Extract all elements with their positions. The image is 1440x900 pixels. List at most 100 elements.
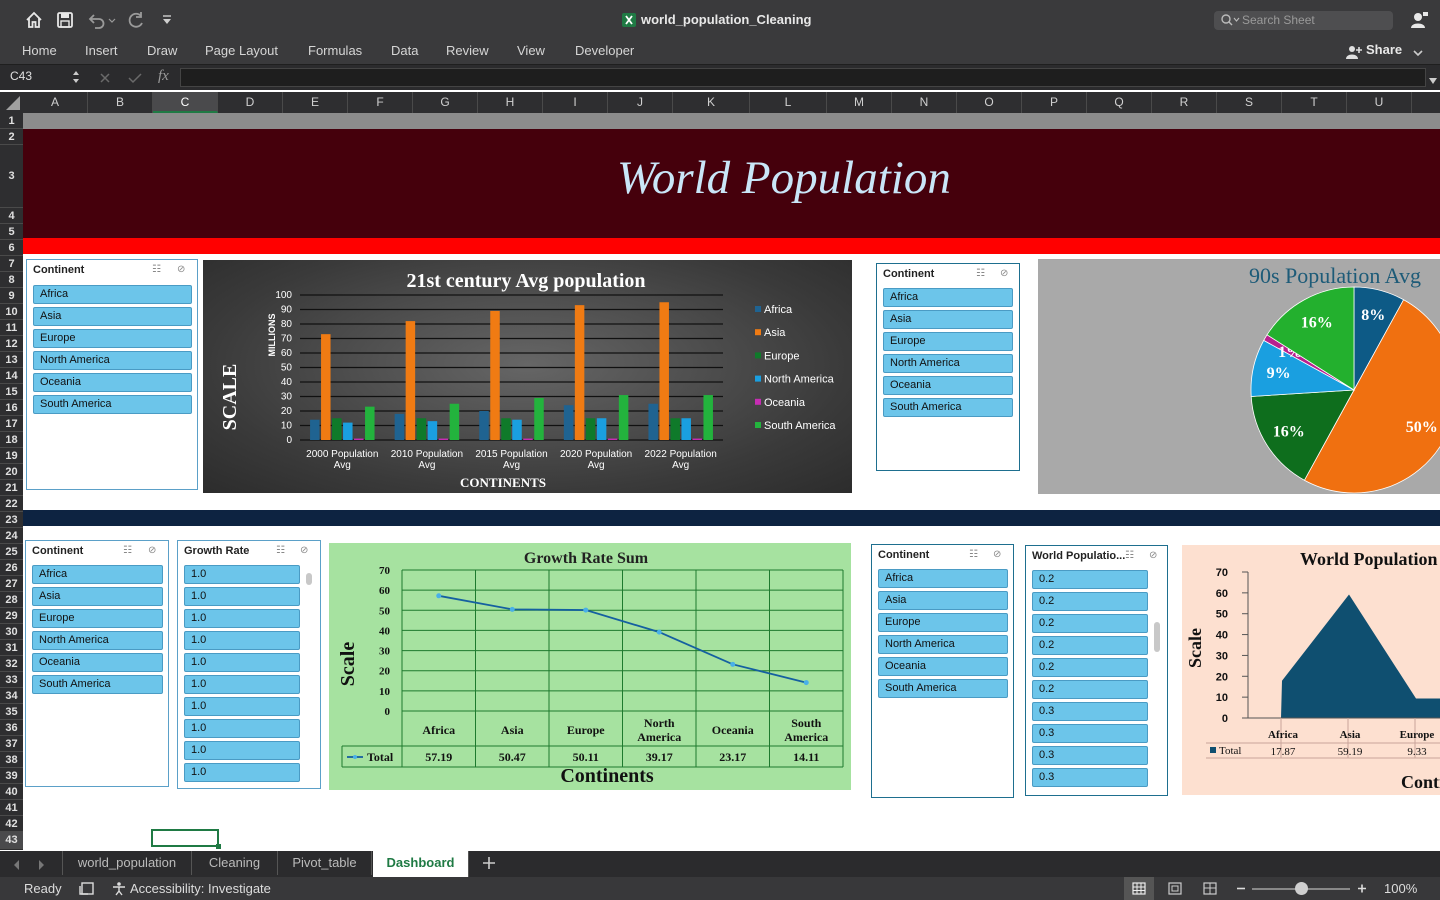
row-header-38[interactable]: 38 (0, 752, 23, 768)
tab-data[interactable]: Data (391, 43, 418, 58)
chevron-down-icon[interactable] (1412, 46, 1424, 58)
undo-icon[interactable] (86, 10, 116, 30)
row-header-1[interactable]: 1 (0, 113, 23, 129)
row-header-14[interactable]: 14 (0, 368, 23, 384)
row-header-42[interactable]: 42 (0, 816, 23, 832)
slicer-item[interactable]: 1.0 (184, 653, 300, 672)
expand-formula-icon[interactable] (1428, 73, 1438, 84)
row-header-17[interactable]: 17 (0, 416, 23, 432)
column-header-b[interactable]: B (88, 92, 153, 113)
slicer-item-asia[interactable]: Asia (878, 591, 1008, 610)
slicer-item-europe[interactable]: Europe (878, 613, 1008, 632)
column-header-a[interactable]: A (23, 92, 88, 113)
row-header-11[interactable]: 11 (0, 320, 23, 336)
slicer-item-south-america[interactable]: South America (878, 679, 1008, 698)
clear-filter-icon[interactable]: ⊘ (300, 545, 308, 556)
row-header-35[interactable]: 35 (0, 704, 23, 720)
row-header-13[interactable]: 13 (0, 352, 23, 368)
row-header-8[interactable]: 8 (0, 272, 23, 288)
share-icon[interactable] (1345, 44, 1363, 60)
row-header-25[interactable]: 25 (0, 544, 23, 560)
row-header-33[interactable]: 33 (0, 672, 23, 688)
row-header-30[interactable]: 30 (0, 624, 23, 640)
row-header-20[interactable]: 20 (0, 464, 23, 480)
next-sheet-icon[interactable] (36, 858, 46, 870)
row-header-2[interactable]: 2 (0, 129, 23, 145)
growth-rate-slicer[interactable]: Growth Rate ☷ ⊘ 1.0 1.0 1.0 1.0 1.0 1.0 1.0 1.0… (177, 540, 321, 789)
column-header-t[interactable]: T (1282, 92, 1347, 113)
tab-developer[interactable]: Developer (575, 43, 634, 58)
row-header-37[interactable]: 37 (0, 736, 23, 752)
slicer-item-africa[interactable]: Africa (33, 285, 192, 304)
slicer-item-oceania[interactable]: Oceania (32, 653, 163, 672)
zoom-slider-thumb[interactable] (1295, 882, 1308, 895)
selected-cell-c43[interactable] (151, 829, 221, 849)
select-all-corner[interactable] (0, 92, 23, 113)
redo-icon[interactable] (126, 10, 146, 30)
account-icon[interactable] (1409, 10, 1429, 30)
column-header-q[interactable]: Q (1087, 92, 1152, 113)
search-input[interactable]: Search Sheet (1242, 13, 1315, 27)
column-header-d[interactable]: D (218, 92, 283, 113)
row-header-23[interactable]: 23 (0, 512, 23, 528)
save-icon[interactable] (55, 10, 75, 30)
slicer-item[interactable]: 1.0 (184, 697, 300, 716)
row-header-5[interactable]: 5 (0, 224, 23, 240)
slicer-item-oceania[interactable]: Oceania (33, 373, 192, 392)
slicer-item[interactable]: 1.0 (184, 741, 300, 760)
column-header-k[interactable]: K (673, 92, 750, 113)
column-header-o[interactable]: O (957, 92, 1022, 113)
slicer-item-asia[interactable]: Asia (883, 310, 1013, 329)
world-population-slicer[interactable]: World Populatio... ☷ ⊘ 0.2 0.2 0.2 0.2 0.2 0.… (1025, 545, 1168, 796)
scrollbar[interactable] (1154, 622, 1160, 652)
row-header-15[interactable]: 15 (0, 384, 23, 400)
slicer-item[interactable]: 0.2 (1032, 570, 1148, 589)
row-header-22[interactable]: 22 (0, 496, 23, 512)
slicer-item[interactable]: 0.2 (1032, 592, 1148, 611)
row-header-40[interactable]: 40 (0, 784, 23, 800)
scrollbar[interactable] (306, 573, 312, 585)
clear-filter-icon[interactable]: ⊘ (993, 549, 1001, 560)
page-layout-view-icon[interactable] (1168, 882, 1182, 895)
column-header-c[interactable]: C (153, 92, 218, 113)
slicer-item-north-america[interactable]: North America (878, 635, 1008, 654)
slicer-item-south-america[interactable]: South America (883, 398, 1013, 417)
slicer-item[interactable]: 1.0 (184, 719, 300, 738)
bar-chart-21st-century[interactable]: 21st century Avg population SCALE MILLIO… (203, 260, 852, 493)
tab-draw[interactable]: Draw (147, 43, 177, 58)
slicer-item-oceania[interactable]: Oceania (883, 376, 1013, 395)
slicer-item-asia[interactable]: Asia (32, 587, 163, 606)
tab-insert[interactable]: Insert (85, 43, 118, 58)
row-header-41[interactable]: 41 (0, 800, 23, 816)
column-header-g[interactable]: G (413, 92, 478, 113)
row-header-27[interactable]: 27 (0, 576, 23, 592)
worksheet[interactable]: World Population Continent ☷ ⊘ Africa As… (23, 113, 1440, 850)
name-box-stepper-icon[interactable] (72, 68, 80, 86)
row-header-16[interactable]: 16 (0, 400, 23, 416)
tab-review[interactable]: Review (446, 43, 489, 58)
slicer-item[interactable]: 0.3 (1032, 768, 1148, 787)
customize-toolbar-icon[interactable] (160, 13, 174, 27)
slicer-item-africa[interactable]: Africa (878, 569, 1008, 588)
name-box[interactable]: C43 (10, 69, 32, 83)
column-header-s[interactable]: S (1217, 92, 1282, 113)
enter-icon[interactable] (128, 71, 142, 84)
row-header-29[interactable]: 29 (0, 608, 23, 624)
share-button[interactable]: Share (1366, 42, 1402, 57)
column-header-e[interactable]: E (283, 92, 348, 113)
zoom-in-icon[interactable] (1356, 882, 1368, 895)
prev-sheet-icon[interactable] (12, 858, 22, 870)
slicer-item-north-america[interactable]: North America (32, 631, 163, 650)
zoom-out-icon[interactable] (1235, 882, 1247, 895)
multi-select-icon[interactable]: ☷ (1125, 550, 1134, 561)
column-header-m[interactable]: M (827, 92, 892, 113)
row-header-24[interactable]: 24 (0, 528, 23, 544)
fill-handle[interactable] (216, 844, 221, 849)
search-box[interactable]: Search Sheet (1214, 11, 1393, 30)
multi-select-icon[interactable]: ☷ (276, 545, 285, 556)
slicer-item[interactable]: 0.3 (1032, 724, 1148, 743)
macro-record-icon[interactable] (79, 881, 95, 896)
column-header-u[interactable]: U (1347, 92, 1412, 113)
continent-slicer-1[interactable]: Continent ☷ ⊘ Africa Asia Europe North A… (26, 259, 198, 490)
slicer-item[interactable]: 1.0 (184, 587, 300, 606)
